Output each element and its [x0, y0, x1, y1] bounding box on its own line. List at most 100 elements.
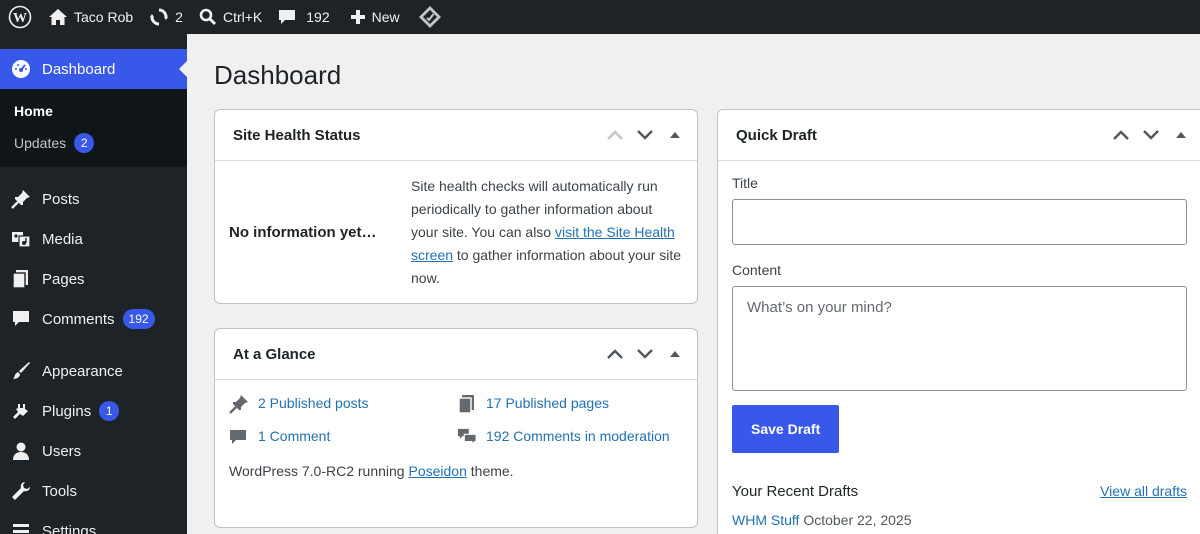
comments-link[interactable]: 1 Comment	[258, 425, 330, 448]
sidebar-item-label: Media	[42, 230, 83, 248]
health-description: Site health checks will automatically ru…	[411, 175, 683, 290]
submenu-item-updates[interactable]: Updates 2	[0, 127, 187, 159]
pages-icon	[10, 268, 32, 290]
comments-badge: 192	[122, 309, 155, 329]
save-draft-button[interactable]: Save Draft	[732, 405, 840, 453]
widget-header: At a Glance	[215, 329, 697, 380]
home-icon	[48, 8, 68, 26]
sidebar-item-tools[interactable]: Tools	[0, 471, 187, 511]
sidebar-item-label: Comments	[42, 310, 115, 328]
widget-header: Quick Draft	[718, 110, 1200, 161]
glance-list: 2 Published posts 17 Published pages 1 C…	[215, 380, 697, 448]
plus-icon	[350, 9, 366, 25]
widget-handles	[603, 342, 687, 366]
move-up-icon[interactable]	[603, 123, 627, 147]
sidebar-item-label: Tools	[42, 482, 78, 500]
quick-draft-widget: Quick Draft Title Content Save Draft You…	[717, 109, 1200, 534]
widget-handles	[1109, 123, 1193, 147]
sidebar-item-label: Appearance	[42, 362, 123, 380]
wordpress-version: WordPress 7.0-RC2 running Poseidon theme…	[215, 448, 697, 479]
published-posts-link[interactable]: 2 Published posts	[258, 392, 369, 415]
wordpress-logo-icon[interactable]: W	[0, 0, 40, 34]
glance-item-posts: 2 Published posts	[229, 392, 457, 415]
wrench-icon	[10, 480, 32, 502]
sidebar-item-dashboard[interactable]: Dashboard	[0, 49, 187, 89]
sidebar-item-settings[interactable]: Settings	[0, 511, 187, 534]
sidebar-item-users[interactable]: Users	[0, 431, 187, 471]
move-down-icon[interactable]	[1139, 123, 1163, 147]
widget-title: Site Health Status	[233, 126, 361, 144]
submenu-item-home[interactable]: Home	[0, 95, 187, 127]
admin-bar: W Taco Rob 2 Ctrl+K 192 New	[0, 0, 1200, 34]
plugin-icon	[10, 400, 32, 422]
theme-link[interactable]: Poseidon	[408, 463, 466, 479]
sidebar-item-posts[interactable]: Posts	[0, 179, 187, 219]
title-label: Title	[732, 175, 758, 191]
site-health-body: No information yet… Site health checks w…	[215, 161, 697, 303]
site-name-menu[interactable]: Taco Rob	[40, 0, 141, 34]
toggle-panel-icon[interactable]	[663, 342, 687, 366]
sidebar-item-appearance[interactable]: Appearance	[0, 351, 187, 391]
site-name: Taco Rob	[74, 9, 134, 25]
widget-title: Quick Draft	[736, 126, 817, 144]
user-icon	[10, 440, 32, 462]
sidebar-item-media[interactable]: Media	[0, 219, 187, 259]
pushpin-icon	[229, 392, 249, 415]
dashboard-icon	[10, 58, 32, 80]
toggle-panel-icon[interactable]	[1169, 123, 1193, 147]
widget-handles	[603, 123, 687, 147]
updates-count: 2	[175, 9, 183, 25]
sidebar-item-plugins[interactable]: Plugins 1	[0, 391, 187, 431]
comment-icon	[278, 8, 296, 26]
comments-menu[interactable]: 192	[270, 0, 337, 34]
settings-icon	[10, 520, 32, 534]
draft-content-textarea[interactable]	[732, 286, 1187, 391]
version-suffix: theme.	[466, 463, 514, 479]
updates-menu[interactable]: 2	[141, 0, 191, 34]
move-up-icon[interactable]	[1109, 123, 1133, 147]
new-content-menu[interactable]: New	[342, 0, 408, 34]
pushpin-icon	[10, 188, 32, 210]
draft-item: WHM Stuff October 22, 2025	[732, 512, 1200, 528]
pages-icon	[457, 392, 477, 415]
sidebar-item-label: Dashboard	[42, 60, 116, 78]
updates-badge: 2	[74, 133, 95, 153]
move-up-icon[interactable]	[603, 342, 627, 366]
quick-draft-form: Title Content Save Draft Your Recent Dra…	[718, 161, 1200, 528]
submenu-label: Updates	[14, 135, 67, 151]
view-all-drafts-link[interactable]: View all drafts	[1100, 483, 1187, 500]
moderation-link[interactable]: 192 Comments in moderation	[486, 425, 670, 448]
sidebar-item-label: Plugins	[42, 402, 92, 420]
at-a-glance-widget: At a Glance 2 Published posts 17 Publish…	[214, 328, 698, 528]
health-status: No information yet…	[229, 224, 377, 241]
search-icon	[199, 8, 217, 26]
brush-icon	[10, 360, 32, 382]
comment-icon	[229, 425, 249, 448]
media-icon	[10, 228, 32, 250]
move-down-icon[interactable]	[633, 123, 657, 147]
recent-drafts-title: Your Recent Drafts	[732, 483, 859, 500]
site-health-widget: Site Health Status No information yet… S…	[214, 109, 698, 304]
current-arrow	[179, 61, 187, 77]
sidebar-item-pages[interactable]: Pages	[0, 259, 187, 299]
search-shortcut: Ctrl+K	[222, 9, 263, 25]
sidebar-item-label: Users	[42, 442, 82, 460]
recent-drafts-header: Your Recent Drafts View all drafts	[732, 483, 1187, 500]
draft-title-link[interactable]: WHM Stuff	[732, 512, 799, 528]
published-pages-link[interactable]: 17 Published pages	[486, 392, 609, 415]
comments-count: 192	[306, 9, 330, 25]
glance-item-comment: 1 Comment	[229, 425, 457, 448]
glance-item-pages: 17 Published pages	[457, 392, 685, 415]
main-content: Dashboard Site Health Status No informat…	[187, 34, 1200, 534]
comment-icon	[10, 308, 32, 330]
new-label: New	[371, 9, 400, 25]
toggle-panel-icon[interactable]	[663, 123, 687, 147]
move-down-icon[interactable]	[633, 342, 657, 366]
search-menu[interactable]: Ctrl+K	[191, 0, 270, 34]
draft-title-input[interactable]	[732, 199, 1187, 245]
plugins-badge: 1	[99, 401, 120, 421]
sidebar-item-label: Posts	[42, 190, 80, 208]
diamond-logo-icon[interactable]	[410, 0, 450, 34]
sidebar-item-comments[interactable]: Comments 192	[0, 299, 187, 339]
dashboard-submenu: Home Updates 2	[0, 89, 187, 167]
